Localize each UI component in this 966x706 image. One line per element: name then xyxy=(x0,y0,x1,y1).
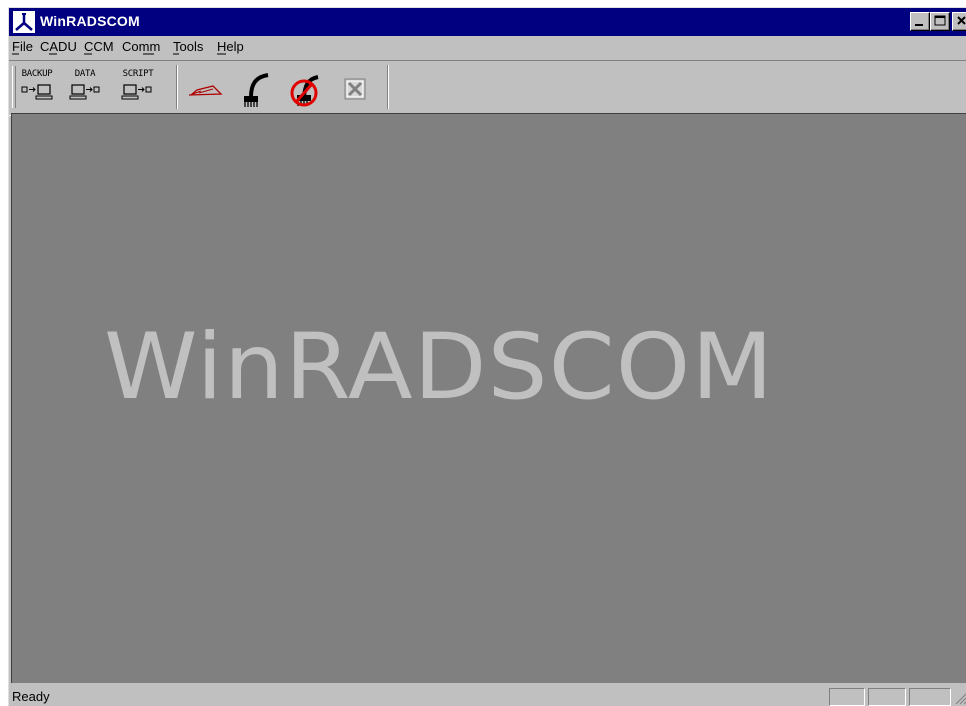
modem-handset-icon xyxy=(188,85,223,96)
close-button[interactable] xyxy=(952,12,966,31)
menu-mnemonic-underlines xyxy=(12,53,226,55)
backup-button[interactable]: BACKUP xyxy=(14,65,60,109)
window-title: WinRADSCOM xyxy=(40,13,140,29)
status-text: Ready xyxy=(12,689,50,704)
cancel-box-icon xyxy=(344,78,366,100)
app-icon[interactable] xyxy=(13,11,35,33)
cable-plug-icon xyxy=(244,73,269,107)
toolbar: BACKUP DATA SCRIPT xyxy=(9,60,966,116)
menu-bar: File CADU CCM Comm Tools Help xyxy=(9,36,966,58)
app-logo-text: WinRADSCOM xyxy=(104,315,775,420)
close-icon xyxy=(957,16,966,25)
script-icon xyxy=(121,84,152,100)
cable-button[interactable] xyxy=(231,65,277,109)
status-pane-3 xyxy=(909,688,951,706)
toolbar-separator xyxy=(176,65,178,109)
disconnect-button[interactable] xyxy=(282,65,328,109)
minimize-icon xyxy=(915,24,923,26)
resize-grip-icon[interactable] xyxy=(953,691,966,705)
maximize-icon xyxy=(934,15,946,26)
connect-button[interactable] xyxy=(183,65,229,109)
script-button[interactable]: SCRIPT xyxy=(112,65,164,109)
mdi-client-area[interactable]: WinRADSCOM xyxy=(11,113,966,683)
cancel-button[interactable] xyxy=(335,65,375,109)
status-pane-2 xyxy=(868,688,906,706)
backup-icon xyxy=(21,84,53,100)
title-bar[interactable]: WinRADSCOM xyxy=(9,8,966,36)
maximize-button[interactable] xyxy=(930,12,950,31)
minimize-button[interactable] xyxy=(910,12,930,31)
status-pane-1 xyxy=(829,688,865,706)
data-button[interactable]: DATA xyxy=(62,65,108,109)
status-bar: Ready xyxy=(9,685,966,706)
toolbar-end-separator xyxy=(387,65,389,109)
no-connection-icon xyxy=(290,75,319,107)
data-icon xyxy=(69,84,100,100)
main-window: WinRADSCOM File CADU CCM Comm Tools Help xyxy=(8,7,966,706)
